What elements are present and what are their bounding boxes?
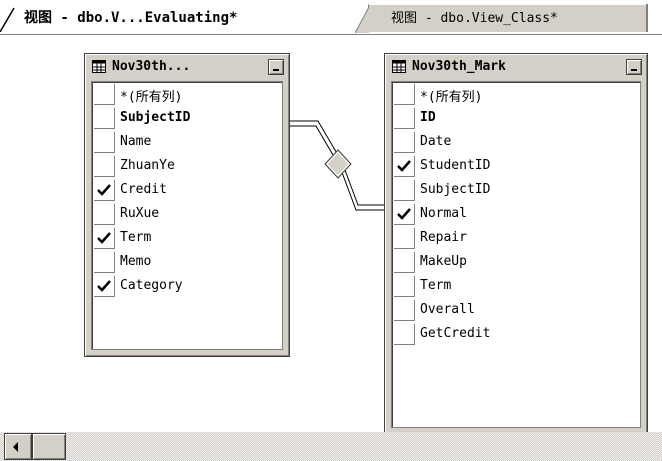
check-icon [97, 280, 111, 292]
column-label: ZhuanYe [120, 158, 175, 173]
column-checkbox[interactable] [394, 204, 415, 225]
column-label: Name [120, 134, 152, 149]
column-row[interactable]: Overall [392, 298, 640, 322]
column-checkbox[interactable] [94, 228, 115, 249]
column-list[interactable]: *(所有列) SubjectID Name ZhuanYe Credit RuXue Ter… [91, 81, 283, 350]
table-title: Nov30th_Mark [412, 59, 506, 74]
column-checkbox[interactable] [394, 276, 415, 297]
column-row[interactable]: SubjectID [392, 178, 640, 202]
table-window-nov30th-mark[interactable]: Nov30th_Mark *(所有列) ID Date StudentID Subjec… [384, 53, 648, 435]
column-row[interactable]: ZhuanYe [92, 154, 282, 178]
column-row[interactable]: GetCredit [392, 322, 640, 346]
column-checkbox[interactable] [394, 132, 415, 153]
minimize-icon[interactable] [268, 59, 284, 75]
scrollbar-thumb[interactable] [32, 433, 66, 460]
column-label: *(所有列) [420, 90, 483, 105]
check-icon [97, 232, 111, 244]
column-label: Credit [120, 182, 167, 197]
column-row[interactable]: Memo [92, 250, 282, 274]
column-label: GetCredit [420, 326, 491, 341]
tab-label: 视图 - dbo.View_Class* [391, 11, 558, 26]
column-checkbox[interactable] [94, 276, 115, 297]
check-icon [397, 208, 411, 220]
table-icon [92, 60, 106, 73]
column-row[interactable]: MakeUp [392, 250, 640, 274]
column-label: *(所有列) [120, 90, 183, 105]
column-row[interactable]: Term [92, 226, 282, 250]
column-label: Repair [420, 230, 467, 245]
column-checkbox[interactable] [394, 252, 415, 273]
column-checkbox[interactable] [94, 180, 115, 201]
table-window-nov30th-subject[interactable]: Nov30th... *(所有列) SubjectID Name ZhuanYe Cre… [84, 53, 290, 357]
column-checkbox[interactable] [394, 228, 415, 249]
tab-edge-icon [0, 7, 15, 32]
table-title: Nov30th... [112, 59, 191, 74]
column-label: Date [420, 134, 452, 149]
column-list[interactable]: *(所有列) ID Date StudentID SubjectID Normal Repa… [391, 81, 641, 428]
check-icon [397, 160, 411, 172]
tab-edge-icon [355, 6, 369, 33]
tab-view-evaluating[interactable]: 视图 - dbo.V...Evaluating* [0, 4, 368, 32]
column-checkbox[interactable] [394, 180, 415, 201]
column-row[interactable]: Date [392, 130, 640, 154]
arrow-left-icon[interactable] [4, 433, 32, 460]
column-label: Overall [420, 302, 475, 317]
column-label: RuXue [120, 206, 160, 221]
column-row[interactable]: Name [92, 130, 282, 154]
column-row[interactable]: Repair [392, 226, 640, 250]
table-titlebar[interactable]: Nov30th_Mark [388, 57, 644, 77]
table-titlebar[interactable]: Nov30th... [88, 57, 286, 77]
column-checkbox[interactable] [94, 156, 115, 177]
column-label: MakeUp [420, 254, 467, 269]
column-row[interactable]: *(所有列) [92, 82, 282, 106]
column-checkbox[interactable] [94, 108, 115, 129]
column-checkbox[interactable] [94, 252, 115, 273]
minimize-icon[interactable] [626, 59, 642, 75]
column-row[interactable]: SubjectID [92, 106, 282, 130]
tab-label: 视图 - dbo.V...Evaluating* [24, 10, 238, 26]
column-checkbox[interactable] [394, 84, 415, 105]
column-checkbox[interactable] [94, 204, 115, 225]
column-label: Normal [420, 206, 467, 221]
horizontal-scrollbar[interactable] [0, 432, 662, 461]
column-checkbox[interactable] [94, 132, 115, 153]
column-row[interactable]: StudentID [392, 154, 640, 178]
column-label: StudentID [420, 158, 491, 173]
column-row[interactable]: Credit [92, 178, 282, 202]
column-row[interactable]: Normal [392, 202, 640, 226]
tab-divider [646, 4, 648, 32]
column-row[interactable]: ID [392, 106, 640, 130]
column-checkbox[interactable] [394, 156, 415, 177]
column-row[interactable]: RuXue [92, 202, 282, 226]
column-label: SubjectID [120, 110, 191, 125]
table-icon [392, 60, 406, 73]
tab-view-class[interactable]: 视图 - dbo.View_Class* [355, 4, 646, 33]
column-checkbox[interactable] [394, 324, 415, 345]
column-checkbox[interactable] [394, 300, 415, 321]
column-checkbox[interactable] [394, 108, 415, 129]
column-label: Memo [120, 254, 152, 269]
column-label: Term [420, 278, 452, 293]
column-label: Term [120, 230, 152, 245]
column-label: ID [420, 110, 436, 125]
column-label: SubjectID [420, 182, 491, 197]
document-tab-strip: 视图 - dbo.V...Evaluating* 视图 - dbo.View_C… [0, 0, 662, 35]
column-row[interactable]: Term [392, 274, 640, 298]
column-checkbox[interactable] [94, 84, 115, 105]
column-row[interactable]: *(所有列) [392, 82, 640, 106]
column-label: Category [120, 278, 183, 293]
column-row[interactable]: Category [92, 274, 282, 298]
check-icon [97, 184, 111, 196]
